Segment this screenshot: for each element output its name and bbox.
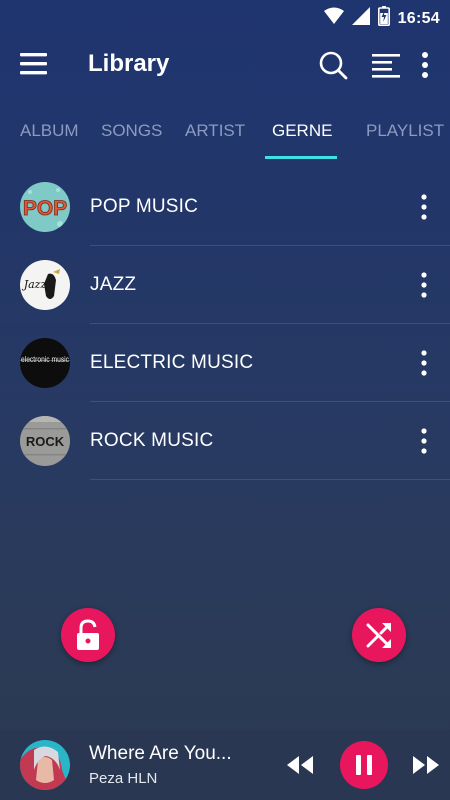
tab-genre[interactable]: GERNE [272, 98, 332, 160]
list-item[interactable]: ROCK ROCK MUSIC [0, 402, 450, 480]
divider [90, 479, 450, 480]
tab-album[interactable]: ALBUM [20, 98, 79, 160]
genre-label: JAZZ [90, 274, 137, 295]
genre-label: ELECTRIC MUSIC [90, 352, 254, 373]
page-title: Library [88, 50, 170, 77]
more-vert-icon[interactable] [414, 268, 434, 302]
sort-icon[interactable] [372, 52, 402, 78]
genre-label: ROCK MUSIC [90, 430, 214, 451]
genre-thumbnail: electronic music [20, 338, 70, 388]
more-vert-icon[interactable] [414, 424, 434, 458]
tab-indicator [265, 156, 337, 159]
pause-button[interactable] [340, 741, 388, 789]
list-item[interactable]: Jazz JAZZ [0, 246, 450, 324]
now-playing-bar[interactable]: Where Are You... Peza HLN [0, 730, 450, 800]
rock-thumb-text: ROCK [26, 434, 65, 449]
more-vert-icon[interactable] [415, 50, 435, 80]
status-time: 16:54 [397, 9, 440, 27]
pause-icon [356, 755, 372, 775]
fast-forward-icon[interactable] [411, 754, 441, 781]
menu-icon[interactable] [20, 52, 48, 76]
list-item[interactable]: POP POP MUSIC [0, 168, 450, 246]
genre-thumbnail: ROCK [20, 416, 70, 466]
track-artist: Peza HLN [89, 770, 158, 787]
lock-button[interactable] [61, 608, 115, 662]
jazz-thumb-text: Jazz [22, 278, 47, 291]
tab-bar: ALBUM SONGS ARTIST GERNE PLAYLIST [0, 98, 450, 160]
app-bar: Library [0, 32, 450, 98]
tab-songs[interactable]: SONGS [101, 98, 162, 160]
more-vert-icon[interactable] [414, 190, 434, 224]
electric-thumb-text: electronic music [21, 354, 70, 364]
track-title: Where Are You... [89, 743, 232, 764]
wifi-icon [323, 7, 344, 30]
shuffle-icon [366, 623, 391, 648]
genre-label: POP MUSIC [90, 196, 199, 217]
status-icons: 16:54 [323, 6, 440, 31]
battery-icon [377, 6, 390, 31]
tab-playlist[interactable]: PLAYLIST [366, 98, 444, 160]
shuffle-button[interactable] [352, 608, 406, 662]
genre-thumbnail: Jazz [20, 260, 70, 310]
rewind-icon[interactable] [285, 754, 315, 781]
more-vert-icon[interactable] [414, 346, 434, 380]
list-item[interactable]: electronic music ELECTRIC MUSIC [0, 324, 450, 402]
lock-open-icon [77, 619, 99, 650]
status-bar: 16:54 [0, 0, 450, 32]
album-art [20, 740, 70, 790]
genre-thumbnail: POP [20, 182, 70, 232]
search-icon[interactable] [318, 50, 348, 80]
pop-thumb-text: POP [23, 197, 67, 220]
tab-artist[interactable]: ARTIST [185, 98, 245, 160]
signal-icon [351, 7, 370, 30]
